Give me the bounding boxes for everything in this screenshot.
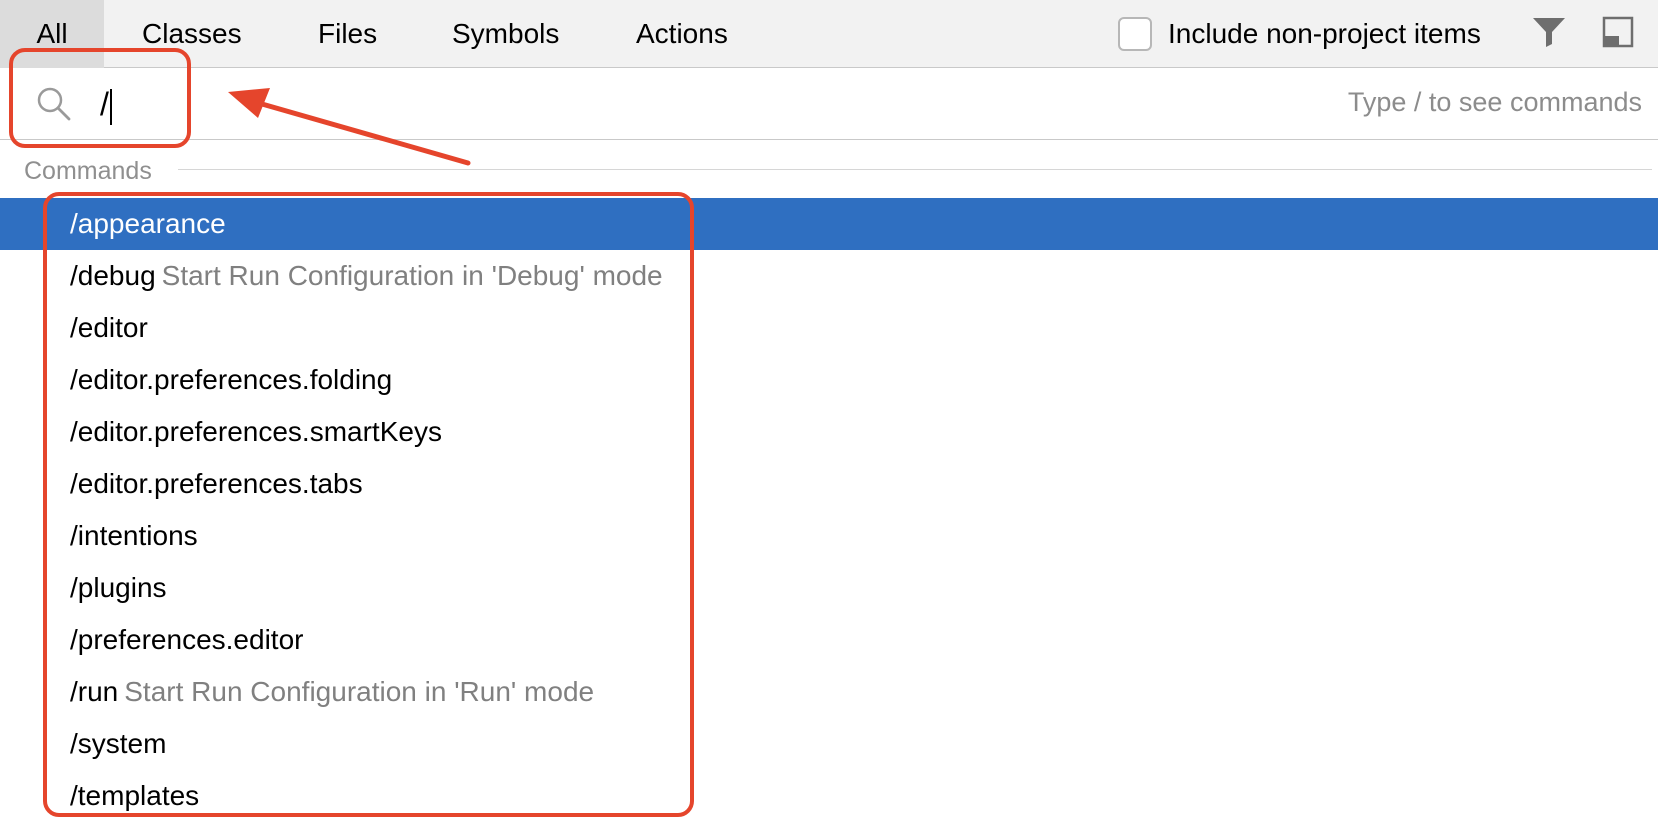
tab-all[interactable]: All [0, 0, 104, 68]
command-name: /intentions [70, 520, 198, 551]
command-item[interactable]: /intentions [0, 510, 1658, 562]
non-project-option[interactable]: Include non-project items [1118, 14, 1481, 54]
command-name: /appearance [70, 208, 226, 239]
command-name: /preferences.editor [70, 624, 304, 655]
tab-actions[interactable]: Actions [600, 0, 764, 68]
commands-list: /appearance /debug Start Run Configuratio… [0, 198, 1658, 822]
search-icon [37, 87, 71, 121]
search-everywhere-tabbar: All Classes Files Symbols Actions Includ… [0, 0, 1658, 68]
command-name: /editor.preferences.folding [70, 364, 393, 395]
command-item[interactable]: /plugins [0, 562, 1658, 614]
tab-classes[interactable]: Classes [106, 0, 278, 68]
text-caret [109, 88, 112, 125]
command-item[interactable]: /system [0, 718, 1658, 770]
section-divider [178, 169, 1652, 170]
command-description: Start Run Configuration in 'Run' mode [124, 676, 595, 707]
command-item[interactable]: /editor.preferences.tabs [0, 458, 1658, 510]
search-hint: Type / to see commands [1347, 87, 1642, 117]
non-project-label: Include non-project items [1168, 18, 1481, 49]
command-item[interactable]: /preferences.editor [0, 614, 1658, 666]
section-title: Commands [24, 157, 152, 185]
tab-files[interactable]: Files [282, 0, 413, 68]
command-item[interactable]: /run Start Run Configuration in 'Run' mod… [0, 666, 1658, 718]
search-input-value: / [100, 86, 109, 122]
command-name: /editor.preferences.tabs [70, 468, 363, 499]
command-name: /templates [70, 780, 200, 811]
command-description: Start Run Configuration in 'Debug' mode [161, 260, 663, 291]
search-input[interactable]: / [100, 83, 112, 125]
command-item[interactable]: /editor.preferences.folding [0, 354, 1658, 406]
command-name: /plugins [70, 572, 167, 603]
command-item[interactable]: /editor.preferences.smartKeys [0, 406, 1658, 458]
command-name: /run [70, 676, 119, 707]
command-name: /debug [70, 260, 156, 291]
command-item[interactable]: /templates [0, 770, 1658, 822]
command-name: /editor.preferences.smartKeys [70, 416, 442, 447]
non-project-checkbox[interactable] [1118, 17, 1152, 51]
command-item[interactable]: /appearance [0, 198, 1658, 250]
search-bar: / Type / to see commands [0, 68, 1658, 140]
command-item[interactable]: /debug Start Run Configuration in 'Debug'… [0, 250, 1658, 302]
command-item[interactable]: /editor [0, 302, 1658, 354]
layout-icon[interactable] [1602, 16, 1634, 48]
filter-icon[interactable] [1532, 16, 1566, 48]
command-name: /system [70, 728, 167, 759]
command-name: /editor [70, 312, 148, 343]
tab-symbols[interactable]: Symbols [416, 0, 595, 68]
